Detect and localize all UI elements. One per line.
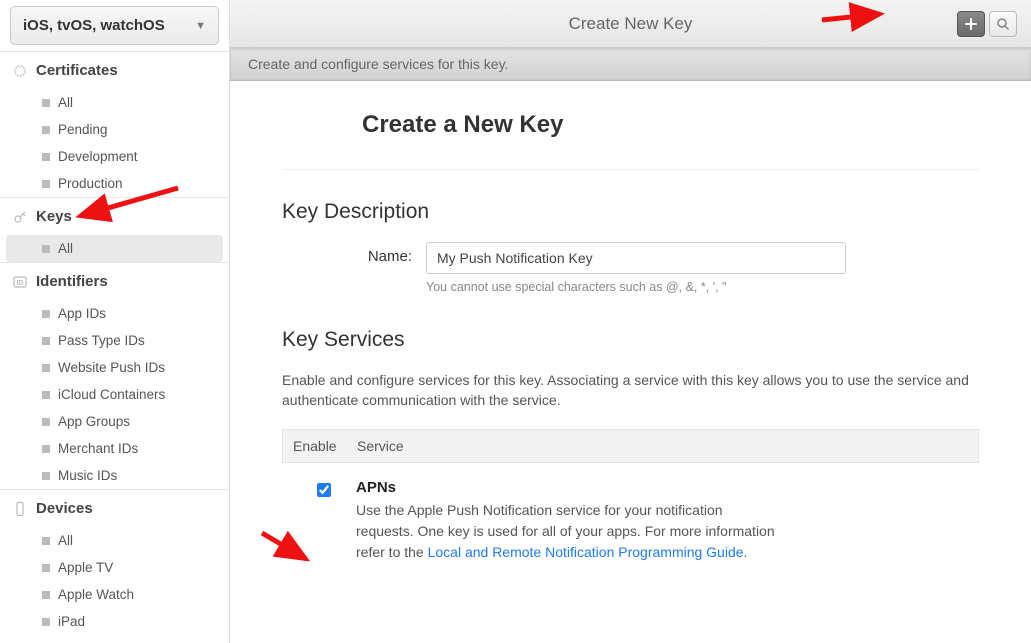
bullet-icon xyxy=(42,391,50,399)
name-hint: You cannot use special characters such a… xyxy=(426,280,846,294)
apns-name: APNs xyxy=(356,479,969,496)
col-enable: Enable xyxy=(293,438,357,454)
platform-selector[interactable]: iOS, tvOS, watchOS ▼ xyxy=(10,6,219,45)
bullet-icon xyxy=(42,537,50,545)
apns-description: Use the Apple Push Notification service … xyxy=(356,500,776,563)
section-devices: Devices All Apple TV Apple Watch iPad xyxy=(0,489,229,635)
id-icon: ID xyxy=(12,274,28,290)
col-service: Service xyxy=(357,438,968,454)
page-title: Create New Key xyxy=(569,14,693,34)
sidebar-item-website-push-ids[interactable]: Website Push IDs xyxy=(6,354,223,381)
sidebar-item-music-ids[interactable]: Music IDs xyxy=(6,462,223,489)
section-header-keys[interactable]: Keys xyxy=(0,198,229,235)
certificate-icon xyxy=(12,63,28,79)
item-label: Merchant IDs xyxy=(58,441,138,456)
bullet-icon xyxy=(42,153,50,161)
key-services-description: Enable and configure services for this k… xyxy=(282,370,979,411)
section-identifiers: ID Identifiers App IDs Pass Type IDs Web… xyxy=(0,262,229,489)
section-header-devices[interactable]: Devices xyxy=(0,490,229,527)
section-header-identifiers[interactable]: ID Identifiers xyxy=(0,263,229,300)
sidebar-item-icloud-containers[interactable]: iCloud Containers xyxy=(6,381,223,408)
add-button[interactable] xyxy=(957,11,985,37)
item-label: Apple Watch xyxy=(58,587,134,602)
name-label: Name: xyxy=(282,242,412,265)
content: Create a New Key Key Description Name: Y… xyxy=(230,81,1031,643)
subtitle-bar: Create and configure services for this k… xyxy=(230,48,1031,81)
sidebar-item-cert-development[interactable]: Development xyxy=(6,143,223,170)
bullet-icon xyxy=(42,418,50,426)
bullet-icon xyxy=(42,310,50,318)
apns-guide-link[interactable]: Local and Remote Notification Programmin… xyxy=(428,544,744,560)
bullet-icon xyxy=(42,245,50,253)
item-label: Development xyxy=(58,149,138,164)
section-keys: Keys All xyxy=(0,197,229,262)
service-row-apns: APNs Use the Apple Push Notification ser… xyxy=(282,463,979,579)
sidebar-item-app-ids[interactable]: App IDs xyxy=(6,300,223,327)
apns-checkbox[interactable] xyxy=(317,483,331,497)
item-label: Website Push IDs xyxy=(58,360,165,375)
bullet-icon xyxy=(42,364,50,372)
item-label: All xyxy=(58,241,73,256)
sidebar-item-pass-type-ids[interactable]: Pass Type IDs xyxy=(6,327,223,354)
section-certificates: Certificates All Pending Development Pro… xyxy=(0,51,229,197)
sidebar-item-cert-pending[interactable]: Pending xyxy=(6,116,223,143)
devices-label: Devices xyxy=(36,500,93,517)
bullet-icon xyxy=(42,445,50,453)
bullet-icon xyxy=(42,472,50,480)
sidebar-item-keys-all[interactable]: All xyxy=(6,235,223,262)
key-name-input[interactable] xyxy=(426,242,846,274)
item-label: Pending xyxy=(58,122,108,137)
device-icon xyxy=(12,501,28,517)
item-label: App IDs xyxy=(58,306,106,321)
item-label: Pass Type IDs xyxy=(58,333,145,348)
apns-desc-post: . xyxy=(744,544,748,560)
section-title-key-services: Key Services xyxy=(282,328,979,352)
sidebar-item-app-groups[interactable]: App Groups xyxy=(6,408,223,435)
item-label: Production xyxy=(58,176,123,191)
divider xyxy=(282,169,979,170)
item-label: Music IDs xyxy=(58,468,117,483)
services-table: Enable Service APNs Use the Apple Push N… xyxy=(282,429,979,579)
key-icon xyxy=(12,209,28,225)
search-icon xyxy=(996,17,1010,31)
item-label: App Groups xyxy=(58,414,130,429)
sidebar: iOS, tvOS, watchOS ▼ Certificates All Pe… xyxy=(0,0,230,643)
identifiers-label: Identifiers xyxy=(36,273,108,290)
item-label: All xyxy=(58,95,73,110)
bullet-icon xyxy=(42,126,50,134)
sidebar-item-cert-all[interactable]: All xyxy=(6,89,223,116)
sidebar-item-devices-all[interactable]: All xyxy=(6,527,223,554)
item-label: Apple TV xyxy=(58,560,113,575)
certificates-label: Certificates xyxy=(36,62,118,79)
main: Create New Key Create and configure serv… xyxy=(230,0,1031,643)
caret-down-icon: ▼ xyxy=(195,20,206,32)
svg-text:ID: ID xyxy=(17,280,24,287)
section-header-certificates[interactable]: Certificates xyxy=(0,52,229,89)
topbar: Create New Key xyxy=(230,0,1031,48)
sidebar-item-devices-applewatch[interactable]: Apple Watch xyxy=(6,581,223,608)
services-header-row: Enable Service xyxy=(282,429,979,463)
sidebar-item-devices-ipad[interactable]: iPad xyxy=(6,608,223,635)
bullet-icon xyxy=(42,99,50,107)
sidebar-item-devices-appletv[interactable]: Apple TV xyxy=(6,554,223,581)
bullet-icon xyxy=(42,180,50,188)
sidebar-item-cert-production[interactable]: Production xyxy=(6,170,223,197)
sidebar-item-merchant-ids[interactable]: Merchant IDs xyxy=(6,435,223,462)
item-label: All xyxy=(58,533,73,548)
bullet-icon xyxy=(42,337,50,345)
bullet-icon xyxy=(42,618,50,626)
bullet-icon xyxy=(42,564,50,572)
section-title-key-description: Key Description xyxy=(282,200,979,224)
page-heading: Create a New Key xyxy=(362,111,979,139)
search-button[interactable] xyxy=(989,11,1017,37)
platform-label: iOS, tvOS, watchOS xyxy=(23,17,165,34)
item-label: iPad xyxy=(58,614,85,629)
keys-label: Keys xyxy=(36,208,72,225)
plus-icon xyxy=(964,17,978,31)
name-row: Name: You cannot use special characters … xyxy=(282,242,979,294)
item-label: iCloud Containers xyxy=(58,387,165,402)
bullet-icon xyxy=(42,591,50,599)
